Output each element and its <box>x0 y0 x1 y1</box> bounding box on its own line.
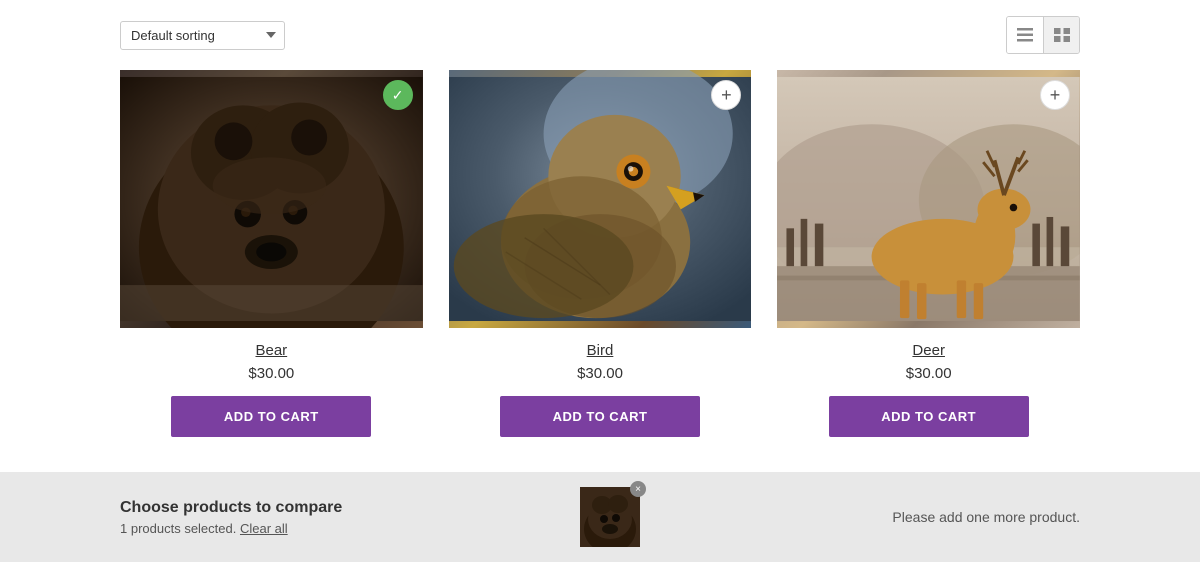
bird-image-svg <box>449 70 752 328</box>
compare-bar: Choose products to compare 1 products se… <box>0 472 1200 562</box>
list-view-button[interactable] <box>1007 17 1043 53</box>
view-toggle <box>1006 16 1080 54</box>
product-price-deer: $30.00 <box>777 365 1080 382</box>
toolbar: Default sorting Sort by popularity Sort … <box>0 0 1200 70</box>
bear-image-svg <box>120 70 423 328</box>
thumb-close-button[interactable]: × <box>630 481 646 497</box>
compare-bar-title: Choose products to compare <box>120 499 560 517</box>
product-price-bird: $30.00 <box>449 365 752 382</box>
grid-view-button[interactable] <box>1043 17 1079 53</box>
product-image-bear: ✓ <box>120 70 423 328</box>
clear-all-link[interactable]: Clear all <box>240 521 288 536</box>
product-name-bear[interactable]: Bear <box>120 342 423 359</box>
selected-count: 1 products selected. <box>120 521 236 536</box>
compare-button-deer[interactable]: + <box>1040 80 1070 110</box>
product-card-deer: + Deer $30.00 ADD TO CART <box>777 70 1080 437</box>
compare-button-bear[interactable]: ✓ <box>383 80 413 110</box>
product-image-bird: + <box>449 70 752 328</box>
compare-bar-message: Please add one more product. <box>640 509 1080 525</box>
product-price-bear: $30.00 <box>120 365 423 382</box>
thumb-bear-image <box>580 487 640 547</box>
sort-select[interactable]: Default sorting Sort by popularity Sort … <box>120 21 285 50</box>
page-wrapper: Default sorting Sort by popularity Sort … <box>0 0 1200 562</box>
product-name-deer[interactable]: Deer <box>777 342 1080 359</box>
compare-bar-info: Choose products to compare 1 products se… <box>120 499 560 536</box>
product-card-bear: ✓ Bear $30.00 ADD TO CART <box>120 70 423 437</box>
compare-message: Please add one more product. <box>892 509 1080 525</box>
deer-image-svg <box>777 70 1080 328</box>
add-to-cart-bird[interactable]: ADD TO CART <box>500 396 700 437</box>
product-name-bird[interactable]: Bird <box>449 342 752 359</box>
add-to-cart-deer[interactable]: ADD TO CART <box>829 396 1029 437</box>
add-to-cart-bear[interactable]: ADD TO CART <box>171 396 371 437</box>
product-image-deer: + <box>777 70 1080 328</box>
products-grid: ✓ Bear $30.00 ADD TO CART <box>0 70 1200 437</box>
compare-bar-sub: 1 products selected. Clear all <box>120 521 560 536</box>
product-card-bird: + Bird $30.00 ADD TO CART <box>449 70 752 437</box>
compare-thumbnail: × <box>580 487 640 547</box>
